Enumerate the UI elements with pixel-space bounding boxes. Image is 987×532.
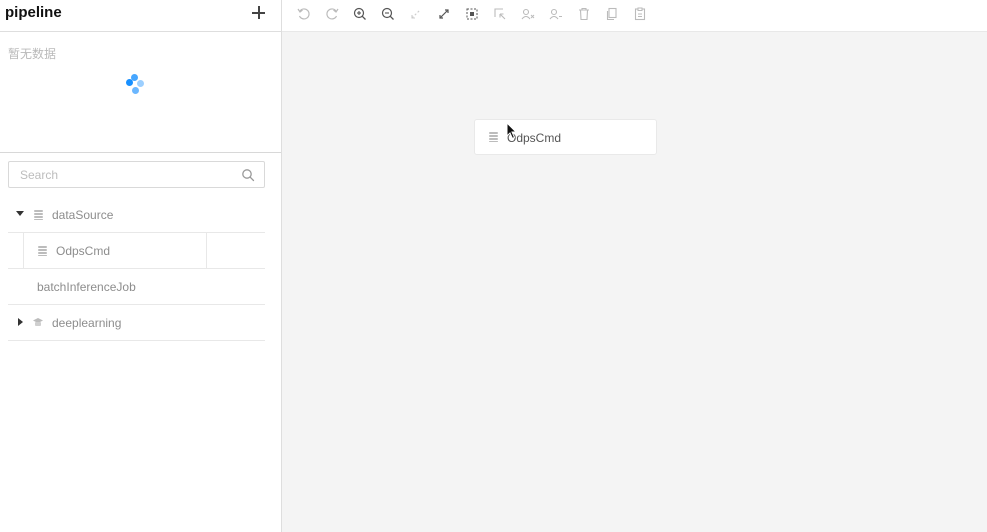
tree-item-label: dataSource: [52, 208, 114, 222]
select-all-button[interactable]: [464, 6, 480, 22]
app-window: pipeline 暂无数据 dataSource: [0, 0, 987, 532]
delete-icon: [579, 7, 589, 21]
tree-item-label: batchInferenceJob: [37, 280, 136, 294]
tree-item-batchinferencejob[interactable]: batchInferenceJob: [8, 269, 265, 305]
flow-canvas[interactable]: OdpsCmd: [282, 32, 987, 532]
add-pipeline-button[interactable]: [249, 3, 269, 23]
tree-item-label: OdpsCmd: [56, 244, 111, 258]
group-icon: [521, 8, 535, 20]
copy-button[interactable]: [604, 6, 620, 22]
canvas-node-odpscmd[interactable]: OdpsCmd: [474, 119, 657, 155]
pipeline-list: 暂无数据: [0, 32, 281, 153]
database-icon: [38, 246, 47, 256]
hat-icon: [33, 318, 43, 326]
redo-icon: [326, 8, 339, 20]
database-icon: [34, 210, 43, 220]
expand-icon: [439, 9, 449, 19]
select-area-button[interactable]: [492, 6, 508, 22]
sidebar-title: pipeline: [5, 4, 62, 21]
caret-right-icon[interactable]: [18, 318, 23, 326]
caret-down-icon[interactable]: [16, 211, 24, 216]
tree-item-deeplearning[interactable]: deeplearning: [8, 305, 265, 341]
empty-state-text: 暂无数据: [8, 47, 57, 61]
loading-spinner-icon: [125, 73, 149, 97]
zoom-in-icon: [353, 7, 366, 20]
undo-icon: [297, 8, 310, 20]
search-box: [8, 161, 265, 188]
expand-button[interactable]: [436, 6, 452, 22]
tree-item-odpscmd[interactable]: OdpsCmd: [8, 233, 265, 269]
undo-button[interactable]: [296, 6, 312, 22]
ungroup-icon: [549, 8, 562, 20]
sidebar: pipeline 暂无数据 dataSource: [0, 0, 282, 532]
tree-item-label: deeplearning: [52, 316, 122, 330]
group-button[interactable]: [520, 6, 536, 22]
database-icon: [489, 132, 498, 142]
ungroup-button[interactable]: [548, 6, 564, 22]
component-tree: dataSource OdpsCmd batchInferenceJob dee…: [8, 197, 265, 341]
zoom-out-button[interactable]: [380, 6, 396, 22]
delete-button[interactable]: [576, 6, 592, 22]
shrink-button[interactable]: [408, 6, 424, 22]
toolbar: [282, 0, 987, 32]
select-all-icon: [466, 8, 478, 20]
select-area-icon: [494, 8, 506, 20]
search-icon[interactable]: [241, 168, 255, 182]
redo-button[interactable]: [324, 6, 340, 22]
mouse-cursor-icon: [506, 122, 518, 140]
zoom-out-icon: [381, 7, 394, 20]
tree-child-cell[interactable]: OdpsCmd: [23, 233, 207, 268]
tree-item-datasource[interactable]: dataSource: [8, 197, 265, 233]
zoom-in-button[interactable]: [352, 6, 368, 22]
search-input[interactable]: [9, 162, 239, 187]
shrink-icon: [411, 9, 421, 19]
paste-icon: [634, 7, 646, 21]
copy-icon: [606, 7, 617, 21]
paste-button[interactable]: [632, 6, 648, 22]
sidebar-header: pipeline: [0, 0, 281, 32]
